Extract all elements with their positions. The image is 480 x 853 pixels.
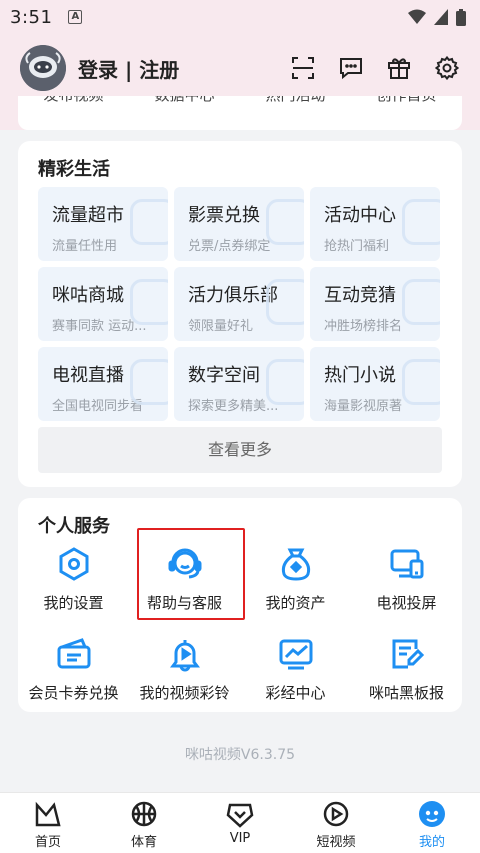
message-icon[interactable]	[338, 55, 364, 81]
tile-interactive-quiz[interactable]: 互动竞猜 冲胜场榜排名	[310, 267, 440, 341]
tab-home[interactable]: 首页	[0, 793, 96, 853]
tab-label: 我的	[418, 835, 445, 850]
service-label: 我的资产	[265, 594, 326, 612]
tool-publish-video[interactable]: 发布视频	[18, 96, 129, 105]
section-title: 精彩生活	[38, 159, 110, 180]
tile-data-market[interactable]: 流量超市 流量任性用	[38, 187, 168, 261]
tab-label: 首页	[34, 835, 61, 850]
tile-digital-space[interactable]: 数字空间 探索更多精美...	[174, 347, 304, 421]
decorative-icon	[402, 359, 440, 405]
status-bar: 3:51 A	[0, 0, 480, 34]
coupon-icon	[54, 634, 94, 674]
play-circle-icon	[321, 799, 351, 829]
tile-activity-center[interactable]: 活动中心 抢热门福利	[310, 187, 440, 261]
decorative-icon	[130, 359, 168, 405]
service-label: 咪咕黑板报	[368, 684, 444, 702]
notepad-icon	[387, 634, 427, 674]
scan-icon[interactable]	[290, 55, 316, 81]
notification-a-icon: A	[68, 10, 83, 24]
tile-migu-mall[interactable]: 咪咕商城 赛事同款 运动...	[38, 267, 168, 341]
decorative-icon	[130, 279, 168, 325]
gear-icon[interactable]	[434, 55, 460, 81]
service-my-assets[interactable]: 我的资产	[240, 536, 351, 616]
profile-header: 登录 | 注册	[0, 40, 480, 96]
service-my-settings[interactable]: 我的设置	[18, 536, 129, 616]
tab-label: VIP	[229, 831, 251, 846]
tile-tv-live[interactable]: 电视直播 全国电视同步看	[38, 347, 168, 421]
mine-icon	[417, 799, 447, 829]
view-more-button[interactable]: 查看更多	[38, 427, 442, 473]
tile-ticket-exchange[interactable]: 影票兑换 兑票/点券绑定	[174, 187, 304, 261]
service-coupon-exchange[interactable]: 会员卡券兑换	[18, 626, 129, 706]
home-icon	[33, 799, 63, 829]
tab-sports[interactable]: 体育	[96, 793, 192, 853]
wifi-icon	[408, 9, 426, 24]
tab-vip[interactable]: VIP	[192, 793, 288, 853]
tool-creator-home[interactable]: 创作首页	[351, 96, 462, 105]
service-label: 我的视频彩铃	[139, 684, 230, 702]
battery-icon	[456, 8, 466, 26]
decorative-icon	[266, 279, 304, 325]
signal-icon	[434, 9, 448, 25]
login-register-link[interactable]: 登录 | 注册	[78, 54, 179, 83]
creator-tools-card: 发布视频 数据中心 热门活动 创作首页	[18, 96, 462, 130]
service-label: 彩经中心	[265, 684, 326, 702]
bell-icon	[165, 634, 205, 674]
tab-label: 短视频	[316, 835, 356, 850]
tool-data-center[interactable]: 数据中心	[129, 96, 240, 105]
service-label: 会员卡券兑换	[28, 684, 119, 702]
status-time: 3:51	[10, 6, 53, 28]
section-title: 个人服务	[38, 516, 110, 537]
gift-icon[interactable]	[386, 55, 412, 81]
money-bag-icon	[276, 544, 316, 584]
highlight-box	[137, 528, 245, 620]
service-label: 电视投屏	[376, 594, 437, 612]
robot-avatar-icon	[20, 45, 66, 91]
service-tv-cast[interactable]: 电视投屏	[351, 536, 462, 616]
tile-hot-novels[interactable]: 热门小说 海量影视原著	[310, 347, 440, 421]
decorative-icon	[266, 199, 304, 245]
decorative-icon	[402, 279, 440, 325]
tool-hot-events[interactable]: 热门活动	[240, 96, 351, 105]
decorative-icon	[130, 199, 168, 245]
vip-icon	[225, 799, 255, 829]
tab-label: 体育	[130, 835, 157, 850]
tv-cast-icon	[387, 544, 427, 584]
service-migu-blackboard[interactable]: 咪咕黑板报	[351, 626, 462, 706]
service-lottery-center[interactable]: 彩经中心	[240, 626, 351, 706]
app-version: 咪咕视频V6.3.75	[184, 747, 296, 763]
decorative-icon	[402, 199, 440, 245]
service-video-ringtone[interactable]: 我的视频彩铃	[129, 626, 240, 706]
chart-icon	[276, 634, 316, 674]
tab-mine[interactable]: 我的	[384, 793, 480, 853]
avatar[interactable]	[20, 45, 66, 91]
decorative-icon	[266, 359, 304, 405]
service-label: 我的设置	[43, 594, 104, 612]
settings-hex-icon	[54, 544, 94, 584]
tab-short-video[interactable]: 短视频	[288, 793, 384, 853]
bottom-tab-bar: 首页 体育 VIP 短视频 我的	[0, 792, 480, 853]
tile-vitality-club[interactable]: 活力俱乐部 领限量好礼	[174, 267, 304, 341]
basketball-icon	[129, 799, 159, 829]
wonderful-life-card: 精彩生活 流量超市 流量任性用 影票兑换 兑票/点券绑定 活动中心 抢热门福利 …	[18, 141, 462, 487]
